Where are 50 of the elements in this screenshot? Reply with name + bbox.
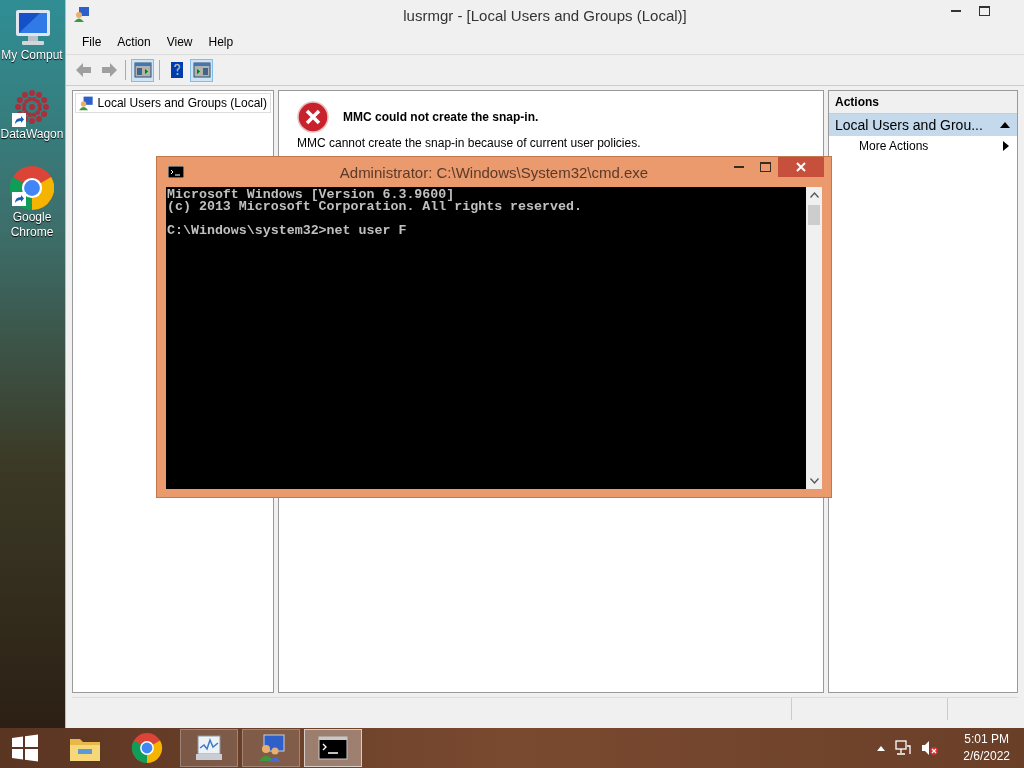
console-line: C:\Windows\system32>net user F xyxy=(167,225,408,237)
network-icon[interactable] xyxy=(895,740,912,756)
console-line: Microsoft Windows [Version 6.3.9600] xyxy=(167,189,455,201)
menu-item[interactable]: View xyxy=(158,33,201,51)
error-icon xyxy=(297,101,329,133)
clock-time[interactable]: 5:01 PM xyxy=(964,731,1009,748)
chart-monitor-icon xyxy=(194,733,224,763)
collapse-icon xyxy=(999,121,1011,129)
desktop-icon-label[interactable]: My Comput xyxy=(1,48,63,63)
pane-icon xyxy=(132,60,153,80)
close-icon xyxy=(796,162,806,172)
windows-icon xyxy=(11,734,39,762)
console-icon xyxy=(168,166,184,178)
minimize-icon xyxy=(951,10,961,12)
scrollbar[interactable] xyxy=(806,187,822,489)
close-button[interactable] xyxy=(778,157,824,177)
window-title: lusrmgr - [Local Users and Groups (Local)] xyxy=(403,6,687,24)
scroll-up-icon xyxy=(809,192,819,198)
error-message: MMC cannot create the snap-in because of current user policies. xyxy=(297,136,642,150)
menu-item[interactable]: Action xyxy=(109,33,159,51)
users-icon xyxy=(79,95,94,111)
users-icon xyxy=(74,6,90,22)
console-line: (c) 2013 Microsoft Corporation. All rights reserved. xyxy=(167,201,583,213)
error-title: MMC could not create the snap-in. xyxy=(343,110,539,124)
minimize-icon xyxy=(734,166,744,168)
taskbar-button[interactable] xyxy=(180,729,238,767)
maximize-icon xyxy=(978,6,990,16)
console-icon xyxy=(318,736,348,760)
action-item[interactable]: More Actions xyxy=(829,136,1017,156)
caret-icon[interactable] xyxy=(877,745,886,751)
desktop-icon-label[interactable]: Google Chrome xyxy=(0,210,64,240)
toolbar-button[interactable] xyxy=(131,58,154,82)
speaker-icon[interactable] xyxy=(921,740,940,756)
desktop-icon-label[interactable]: DataWagon xyxy=(0,127,64,142)
taskbar-button[interactable] xyxy=(304,729,362,767)
menu-item[interactable]: Help xyxy=(200,33,242,51)
scroll-down-icon xyxy=(809,478,819,484)
toolbar-button[interactable] xyxy=(190,58,213,82)
clock-date[interactable]: 2/6/2022 xyxy=(963,748,1010,765)
menu-item[interactable]: File xyxy=(74,33,110,51)
actions-header: Actions xyxy=(829,91,1017,114)
tree-item[interactable]: Local Users and Groups (Local) xyxy=(75,93,271,113)
pane-icon xyxy=(191,60,212,80)
maximize-icon xyxy=(759,162,771,172)
actions-section[interactable]: Local Users and Grou... xyxy=(829,114,1017,136)
submenu-arrow-icon xyxy=(1003,141,1009,151)
users-icon xyxy=(256,733,286,763)
window-title: Administrator: C:\Windows\System32\cmd.exe xyxy=(339,163,649,181)
scroll-thumb[interactable] xyxy=(808,205,820,225)
browser-icon xyxy=(131,732,163,764)
